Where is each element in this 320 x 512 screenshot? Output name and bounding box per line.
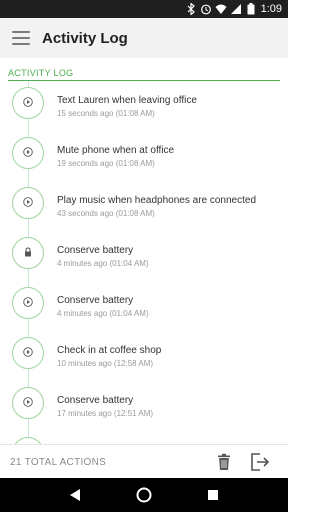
activity-item[interactable]: Conserve battery 4 minutes ago (01:04 AM… <box>0 282 288 332</box>
section-divider <box>8 80 280 81</box>
activity-status-circle <box>12 187 44 219</box>
footer-bar: 21 TOTAL ACTIONS <box>0 444 288 478</box>
play-icon <box>23 344 33 362</box>
activity-time: 17 minutes ago (12:51 AM) <box>57 409 154 418</box>
activity-time: 15 seconds ago (01:08 AM) <box>57 109 155 118</box>
activity-name: Play music when headphones are connected <box>57 195 257 206</box>
play-icon <box>23 194 33 212</box>
activity-status-circle <box>12 387 44 419</box>
play-icon <box>23 294 33 312</box>
activity-timeline[interactable]: Text Lauren when leaving office 15 secon… <box>0 82 288 444</box>
activity-item[interactable]: Check in at coffee shop 10 minutes ago (… <box>0 332 288 382</box>
play-icon <box>23 144 33 162</box>
activity-status-circle <box>12 237 44 269</box>
activity-item-partial[interactable] <box>0 432 288 444</box>
activity-time: 4 minutes ago (01:04 AM) <box>57 309 149 318</box>
activity-status-circle <box>12 87 44 119</box>
activity-item[interactable]: Conserve battery 17 minutes ago (12:51 A… <box>0 382 288 432</box>
battery-icon <box>245 3 257 15</box>
alarm-icon <box>200 3 212 15</box>
activity-name: Text Lauren when leaving office <box>57 95 197 106</box>
status-bar: 1:09 <box>0 0 288 18</box>
activity-time: 43 seconds ago (01:08 AM) <box>57 209 155 218</box>
app-bar: Activity Log <box>0 18 288 58</box>
play-icon <box>23 394 33 412</box>
home-icon[interactable] <box>132 483 156 507</box>
activity-item[interactable]: Play music when headphones are connected… <box>0 182 288 232</box>
activity-name: Check in at coffee shop <box>57 345 162 356</box>
lock-icon <box>23 244 33 262</box>
activity-item[interactable]: Mute phone when at office 19 seconds ago… <box>0 132 288 182</box>
bluetooth-icon <box>185 3 197 15</box>
exit-icon[interactable] <box>250 452 270 472</box>
activity-name: Conserve battery <box>57 295 134 306</box>
activity-status-circle <box>12 137 44 169</box>
activity-name: Mute phone when at office <box>57 145 175 156</box>
activity-name: Conserve battery <box>57 395 134 406</box>
activity-status-circle <box>12 437 44 444</box>
activity-time: 19 seconds ago (01:08 AM) <box>57 159 155 168</box>
wifi-icon <box>215 3 227 15</box>
hamburger-menu-icon[interactable] <box>12 31 30 45</box>
activity-name: Conserve battery <box>57 245 134 256</box>
total-actions-label: 21 TOTAL ACTIONS <box>10 457 107 468</box>
back-icon[interactable] <box>63 483 87 507</box>
activity-item[interactable]: Text Lauren when leaving office 15 secon… <box>0 82 288 132</box>
recents-icon[interactable] <box>201 483 225 507</box>
activity-item[interactable]: Conserve battery 4 minutes ago (01:04 AM… <box>0 232 288 282</box>
status-time: 1:09 <box>260 3 282 15</box>
activity-time: 10 minutes ago (12:58 AM) <box>57 359 154 368</box>
activity-time: 4 minutes ago (01:04 AM) <box>57 259 149 268</box>
page-title: Activity Log <box>42 29 128 47</box>
play-icon <box>23 94 33 112</box>
signal-icon <box>230 3 242 15</box>
activity-status-circle <box>12 287 44 319</box>
activity-status-circle <box>12 337 44 369</box>
section-header: ACTIVITY LOG <box>8 68 74 78</box>
system-nav-bar <box>0 478 288 512</box>
trash-icon[interactable] <box>214 452 234 472</box>
